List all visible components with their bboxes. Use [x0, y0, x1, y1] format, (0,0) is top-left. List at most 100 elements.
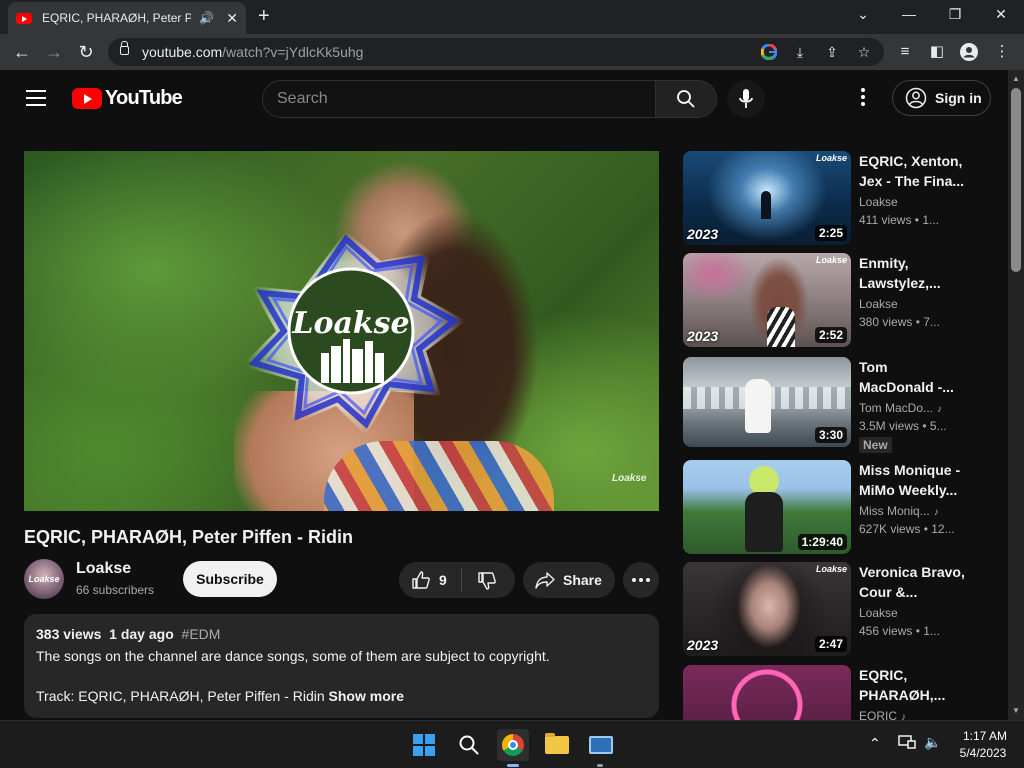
- description-line: The songs on the channel are dance songs…: [36, 648, 550, 664]
- recommendation-thumbnail[interactable]: Loakse 2023 2:52: [683, 253, 851, 347]
- speaker-icon[interactable]: 🔊: [199, 11, 214, 25]
- recommendation-channel[interactable]: Tom MacDo... ♪: [859, 401, 942, 415]
- video-duration: 1:29:40: [797, 534, 847, 550]
- remote-desktop-icon: [589, 736, 613, 754]
- recommendation-title[interactable]: EQRIC, PHARAØH,...: [859, 665, 979, 705]
- hashtag-link[interactable]: #EDM: [182, 626, 221, 642]
- lock-icon[interactable]: [120, 41, 129, 55]
- channel-avatar-text: Loakse: [28, 574, 60, 584]
- sign-in-button[interactable]: Sign in: [892, 80, 991, 116]
- recommendation-title[interactable]: Tom MacDonald -...: [859, 357, 979, 397]
- show-hidden-icons-chevron-icon[interactable]: ⌃: [869, 735, 881, 752]
- recommendation-item[interactable]: EQRIC, PHARAØH,... EQRIC ♪: [683, 665, 993, 720]
- subscribe-button[interactable]: Subscribe: [183, 561, 277, 597]
- back-arrow-icon[interactable]: ←: [10, 42, 34, 62]
- thumbnail-figure: [745, 379, 771, 433]
- new-tab-button[interactable]: +: [258, 6, 270, 26]
- voice-search-button[interactable]: [727, 80, 765, 118]
- thumbnail-year: 2023: [687, 328, 719, 344]
- recommendation-thumbnail[interactable]: 3:30: [683, 357, 851, 447]
- thumbnail-figure: [745, 492, 783, 552]
- video-duration: 2:25: [814, 225, 847, 241]
- recommendation-channel[interactable]: Loakse: [859, 195, 898, 209]
- reload-icon[interactable]: ↻: [74, 42, 98, 62]
- recommendation-views: 411 views • 1...: [859, 213, 940, 227]
- thumbs-up-icon[interactable]: [411, 570, 431, 590]
- recommendation-title[interactable]: Veronica Bravo, Cour &...: [859, 562, 979, 602]
- thumbnail-figure: [767, 307, 795, 347]
- side-panel-icon[interactable]: ◧: [927, 43, 947, 61]
- media-queue-icon[interactable]: ≡: [895, 43, 915, 61]
- show-more-button[interactable]: Show more: [329, 688, 404, 704]
- close-tab-icon[interactable]: ✕: [226, 10, 238, 27]
- music-note-icon: ♪: [901, 712, 907, 720]
- recommendation-thumbnail[interactable]: 1:29:40: [683, 460, 851, 554]
- remote-desktop-indicator: [597, 764, 603, 767]
- description-track-line: Track: EQRIC, PHARAØH, Peter Piffen - Ri…: [36, 688, 647, 704]
- share-button[interactable]: Share: [523, 562, 615, 598]
- title-line-2: Lawstylez,...: [859, 275, 941, 291]
- account-icon: [905, 87, 927, 109]
- close-window-icon[interactable]: ✕: [978, 4, 1024, 24]
- taskbar-time[interactable]: 1:17 AM: [956, 729, 1014, 743]
- recommendation-channel[interactable]: Loakse: [859, 297, 898, 311]
- start-button[interactable]: [408, 729, 440, 761]
- channel-avatar[interactable]: Loakse: [24, 559, 64, 599]
- url-text[interactable]: youtube.com/watch?v=jYdlcKk5uhg: [142, 44, 363, 60]
- search-button[interactable]: [655, 80, 717, 118]
- windows-logo-icon: [413, 734, 435, 756]
- description-box[interactable]: 383 views 1 day ago #EDM The songs on th…: [24, 614, 659, 718]
- forward-arrow-icon[interactable]: →: [42, 42, 66, 62]
- install-app-icon[interactable]: ⤓: [791, 43, 809, 61]
- recommendation-channel[interactable]: Loakse: [859, 606, 898, 620]
- taskbar-remote-desktop-button[interactable]: [585, 729, 617, 761]
- channel-name[interactable]: Loakse: [76, 560, 131, 578]
- taskbar-date[interactable]: 5/4/2023: [952, 746, 1014, 760]
- share-page-icon[interactable]: ⇪: [823, 43, 841, 61]
- windows-taskbar: ⌃ 🔈 1:17 AM 5/4/2023: [0, 720, 1024, 768]
- browser-tab[interactable]: EQRIC, PHARAØH, Peter Piffen - Ridin 🔊 ✕: [8, 2, 246, 34]
- folder-icon: [545, 733, 569, 754]
- minimize-icon[interactable]: —: [886, 4, 932, 24]
- recommendation-item[interactable]: Loakse 2023 2:47 Veronica Bravo, Cour &..…: [683, 562, 993, 658]
- track-text: Track: EQRIC, PHARAØH, Peter Piffen - Ri…: [36, 688, 325, 704]
- menu-icon[interactable]: [26, 90, 46, 106]
- network-icon[interactable]: [898, 735, 916, 749]
- recommendation-thumbnail[interactable]: [683, 665, 851, 720]
- taskbar-search-button[interactable]: [453, 729, 485, 761]
- recommendation-title[interactable]: Miss Monique - MiMo Weekly...: [859, 460, 979, 500]
- browser-tab-strip: EQRIC, PHARAØH, Peter Piffen - Ridin 🔊 ✕…: [0, 0, 1024, 34]
- recommendation-item[interactable]: 3:30 Tom MacDonald -... Tom MacDo... ♪ 3.5…: [683, 357, 993, 453]
- recommendation-channel[interactable]: Miss Moniq... ♪: [859, 504, 939, 518]
- video-frame-dress: [324, 441, 554, 511]
- tab-search-chevron-icon[interactable]: ⌄: [840, 4, 886, 24]
- search-box[interactable]: [262, 80, 656, 118]
- settings-more-icon[interactable]: [855, 88, 871, 110]
- chrome-menu-icon[interactable]: ⋮: [992, 43, 1012, 61]
- like-count[interactable]: 9: [439, 572, 447, 588]
- recommendation-title[interactable]: Enmity, Lawstylez,...: [859, 253, 979, 293]
- recommendation-item[interactable]: 1:29:40 Miss Monique - MiMo Weekly... Mis…: [683, 460, 993, 556]
- profile-icon[interactable]: [960, 43, 978, 61]
- taskbar-chrome-button[interactable]: [497, 729, 529, 761]
- video-player[interactable]: Loakse Loakse: [24, 151, 659, 511]
- google-icon[interactable]: [761, 44, 777, 60]
- recommendation-item[interactable]: Loakse 2023 2:52 Enmity, Lawstylez,... Lo…: [683, 253, 993, 349]
- taskbar-file-explorer-button[interactable]: [541, 729, 573, 761]
- recommendation-item[interactable]: Loakse 2023 2:25 EQRIC, Xenton, Jex - The…: [683, 151, 993, 247]
- more-actions-button[interactable]: [623, 562, 659, 598]
- restore-icon[interactable]: ❐: [932, 4, 978, 24]
- youtube-logo[interactable]: YouTube: [72, 87, 183, 110]
- address-bar[interactable]: youtube.com/watch?v=jYdlcKk5uhg ⤓ ⇪ ☆: [108, 38, 884, 66]
- recommendation-thumbnail[interactable]: Loakse 2023 2:47: [683, 562, 851, 656]
- recommendation-channel[interactable]: EQRIC ♪: [859, 709, 906, 720]
- scroll-up-icon[interactable]: ▲: [1012, 74, 1020, 83]
- scroll-down-icon[interactable]: ▼: [1012, 706, 1020, 715]
- recommendation-title[interactable]: EQRIC, Xenton, Jex - The Fina...: [859, 151, 979, 191]
- bookmark-star-icon[interactable]: ☆: [855, 43, 873, 61]
- volume-icon[interactable]: 🔈: [924, 734, 941, 751]
- scrollbar-thumb[interactable]: [1011, 88, 1021, 272]
- thumbs-down-icon[interactable]: [477, 571, 497, 591]
- recommendation-thumbnail[interactable]: Loakse 2023 2:25: [683, 151, 851, 245]
- search-input[interactable]: [263, 81, 623, 117]
